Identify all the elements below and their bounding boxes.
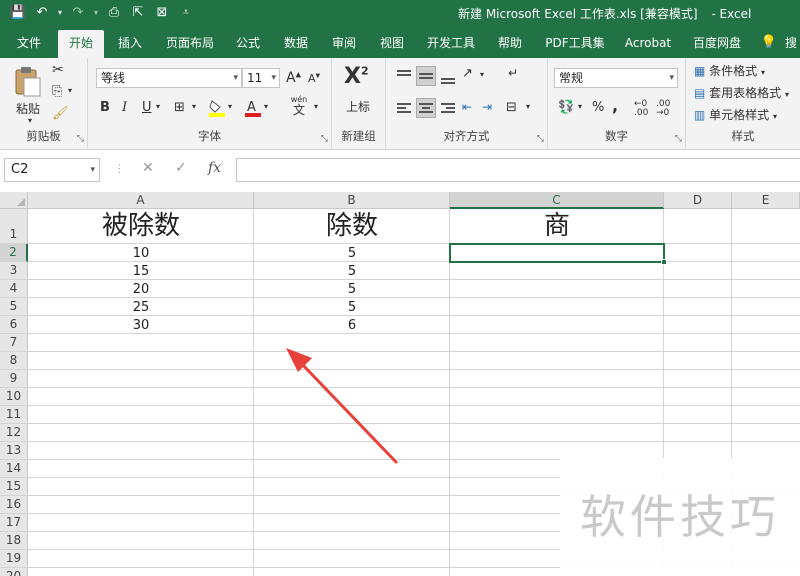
watermark: 软件技巧 (560, 458, 800, 576)
